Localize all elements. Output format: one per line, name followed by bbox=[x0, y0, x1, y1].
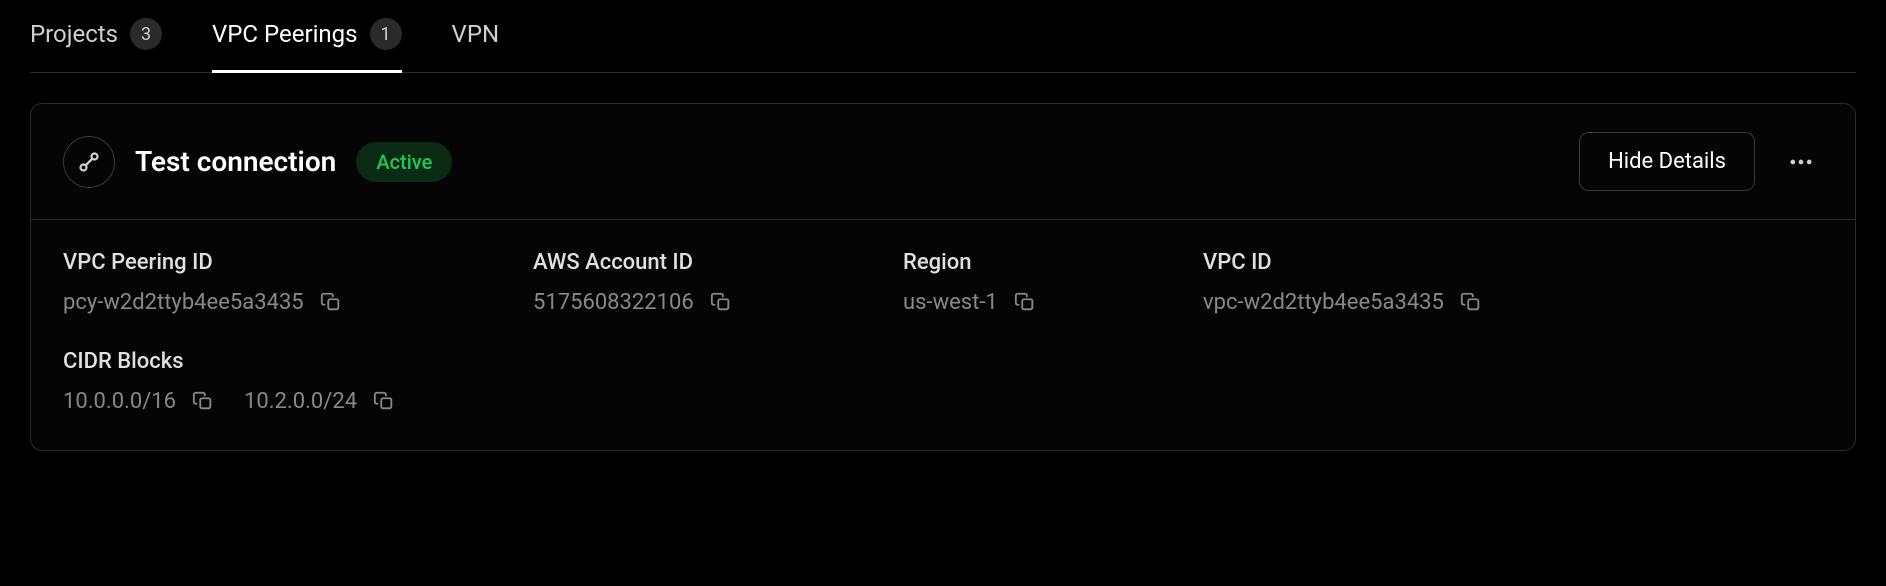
connection-icon bbox=[63, 136, 115, 188]
tab-vpn[interactable]: VPN bbox=[452, 20, 500, 70]
detail-value: pcy-w2d2ttyb4ee5a3435 bbox=[63, 290, 304, 315]
detail-cidr-blocks: CIDR Blocks 10.0.0.0/16 bbox=[63, 349, 1823, 414]
tab-projects[interactable]: Projects 3 bbox=[30, 18, 162, 72]
copy-icon bbox=[1460, 291, 1482, 313]
copy-icon bbox=[373, 390, 395, 412]
tab-vpn-label: VPN bbox=[452, 20, 500, 48]
copy-icon bbox=[710, 291, 732, 313]
tab-vpc-peerings-count: 1 bbox=[370, 18, 402, 50]
hide-details-button[interactable]: Hide Details bbox=[1579, 132, 1755, 191]
detail-label: AWS Account ID bbox=[533, 250, 903, 275]
detail-vpc-id: VPC ID vpc-w2d2ttyb4ee5a3435 bbox=[1203, 250, 1823, 315]
tab-projects-label: Projects bbox=[30, 20, 118, 48]
detail-value: 5175608322106 bbox=[533, 290, 694, 315]
detail-label: CIDR Blocks bbox=[63, 349, 1823, 374]
tab-vpc-peerings-label: VPC Peerings bbox=[212, 20, 358, 48]
tab-projects-count: 3 bbox=[130, 18, 162, 50]
copy-icon bbox=[192, 390, 214, 412]
copy-vpc-id-button[interactable] bbox=[1458, 289, 1484, 315]
detail-label: VPC ID bbox=[1203, 250, 1823, 275]
detail-value: vpc-w2d2ttyb4ee5a3435 bbox=[1203, 290, 1444, 315]
tab-vpc-peerings[interactable]: VPC Peerings 1 bbox=[212, 18, 402, 72]
more-menu-button[interactable] bbox=[1779, 140, 1823, 184]
tabs: Projects 3 VPC Peerings 1 VPN bbox=[30, 0, 1856, 73]
ellipsis-icon bbox=[1787, 148, 1815, 176]
detail-value: us-west-1 bbox=[903, 290, 998, 315]
peering-title: Test connection bbox=[135, 145, 336, 178]
status-badge: Active bbox=[356, 142, 452, 182]
copy-cidr-1-button[interactable] bbox=[371, 388, 397, 414]
detail-value: 10.0.0.0/16 bbox=[63, 389, 176, 414]
copy-cidr-0-button[interactable] bbox=[190, 388, 216, 414]
detail-vpc-peering-id: VPC Peering ID pcy-w2d2ttyb4ee5a3435 bbox=[63, 250, 533, 315]
copy-aws-account-id-button[interactable] bbox=[708, 289, 734, 315]
cidr-block-item: 10.2.0.0/24 bbox=[244, 388, 397, 414]
peering-card: Test connection Active Hide Details VPC … bbox=[30, 103, 1856, 451]
copy-icon bbox=[1014, 291, 1036, 313]
detail-value: 10.2.0.0/24 bbox=[244, 389, 357, 414]
detail-region: Region us-west-1 bbox=[903, 250, 1203, 315]
detail-label: Region bbox=[903, 250, 1203, 275]
detail-aws-account-id: AWS Account ID 5175608322106 bbox=[533, 250, 903, 315]
copy-region-button[interactable] bbox=[1012, 289, 1038, 315]
detail-label: VPC Peering ID bbox=[63, 250, 533, 275]
peering-card-body: VPC Peering ID pcy-w2d2ttyb4ee5a3435 AWS… bbox=[31, 220, 1855, 450]
cidr-block-item: 10.0.0.0/16 bbox=[63, 388, 216, 414]
copy-vpc-peering-id-button[interactable] bbox=[318, 289, 344, 315]
peering-card-header: Test connection Active Hide Details bbox=[31, 104, 1855, 220]
copy-icon bbox=[320, 291, 342, 313]
